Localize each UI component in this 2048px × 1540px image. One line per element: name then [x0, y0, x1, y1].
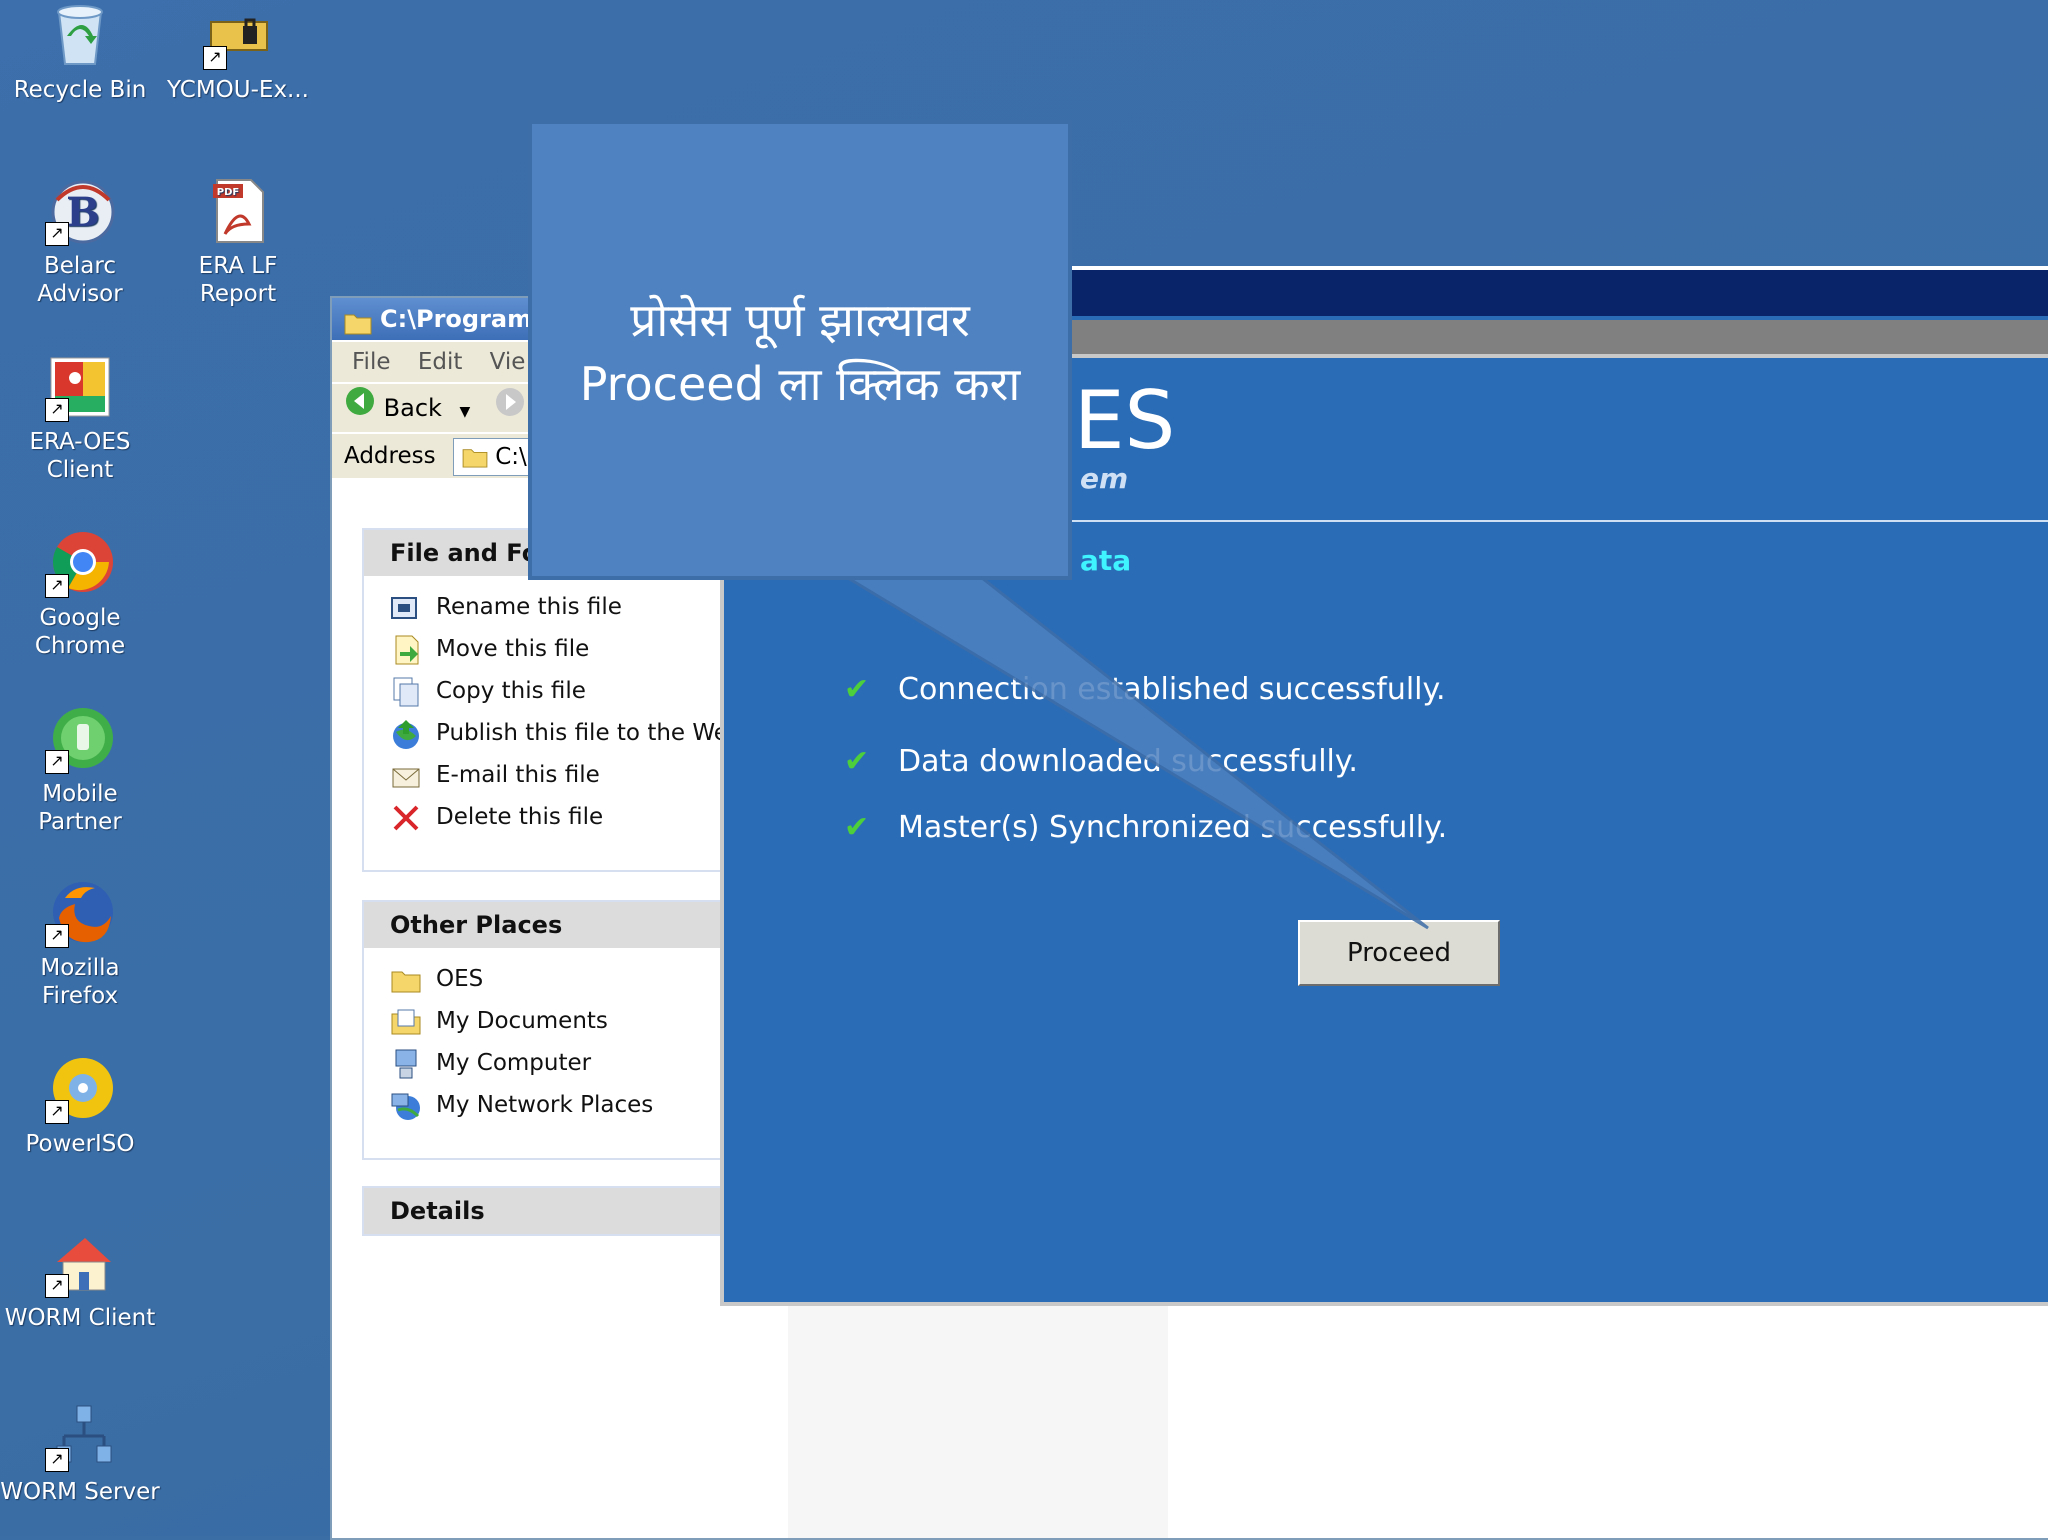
- shortcut-arrow-icon: ↗: [45, 574, 69, 598]
- task-copy-file[interactable]: Copy this file: [390, 670, 722, 712]
- oes-tagline: em: [1080, 462, 1129, 495]
- desktop-icon-label: Google Chrome: [34, 605, 126, 659]
- forward-arrow-icon: [495, 388, 524, 416]
- task-move-file[interactable]: Move this file: [390, 628, 722, 670]
- oes-logo: ES: [1074, 374, 1176, 467]
- back-arrow-icon: [344, 385, 376, 433]
- place-my-documents[interactable]: My Documents: [390, 1000, 722, 1042]
- place-my-computer[interactable]: My Computer: [390, 1042, 722, 1084]
- shortcut-arrow-icon: ↗: [203, 46, 227, 70]
- shortcut-arrow-icon: ↗: [45, 1274, 69, 1298]
- desktop-icon-worm-server[interactable]: ↗ WORM Server: [0, 1402, 160, 1506]
- desktop-icon-label: WORM Client: [4, 1305, 156, 1331]
- other-places-panel: Other Places OES My Documents My Compute…: [362, 900, 724, 1160]
- task-delete-file[interactable]: Delete this file: [390, 796, 722, 838]
- shortcut-arrow-icon: ↗: [45, 1448, 69, 1472]
- desktop-icon-era-lf-report[interactable]: PDF ERA LF Report: [158, 176, 318, 308]
- desktop-icon-worm-client[interactable]: ↗ WORM Client: [0, 1228, 160, 1332]
- worm-server-icon: ↗: [45, 1402, 115, 1472]
- forward-button[interactable]: [494, 386, 526, 434]
- task-publish-web[interactable]: Publish this file to the Web: [390, 712, 743, 754]
- desktop-icon-label: Mozilla Firefox: [40, 955, 120, 1009]
- menu-edit[interactable]: Edit: [418, 342, 463, 382]
- shortcut-arrow-icon: ↗: [45, 924, 69, 948]
- secure-drive-icon: ↗: [203, 0, 273, 70]
- other-places-header[interactable]: Other Places: [364, 902, 722, 948]
- desktop-icon-ycmou[interactable]: ↗ YCMOU-Ex...: [158, 0, 318, 104]
- recycle-bin-icon: [45, 0, 115, 70]
- check-icon: ✔: [844, 672, 870, 707]
- chrome-icon: ↗: [45, 528, 115, 598]
- callout-line-2: Proceed ला क्लिक करा: [579, 357, 1021, 411]
- desktop-icon-label: PowerISO: [25, 1131, 135, 1157]
- desktop-icon-poweriso[interactable]: ↗ PowerISO: [0, 1054, 160, 1158]
- check-icon: ✔: [844, 810, 870, 845]
- my-documents-icon: [390, 1006, 422, 1038]
- folder-icon: [462, 449, 488, 468]
- desktop-icon-recycle-bin[interactable]: Recycle Bin: [0, 0, 160, 104]
- desktop-icon-label: YCMOU-Ex...: [166, 77, 309, 103]
- desktop-icon-mobile-partner[interactable]: ↗ Mobile Partner: [0, 704, 160, 836]
- desktop-icon-label: Mobile Partner: [38, 781, 122, 835]
- check-icon: ✔: [844, 744, 870, 779]
- chevron-down-icon[interactable]: ▼: [460, 404, 471, 420]
- place-my-network-places[interactable]: My Network Places: [390, 1084, 722, 1126]
- status-connection: ✔ Connection established successfully.: [844, 672, 1446, 707]
- pdf-icon: PDF: [203, 176, 273, 246]
- back-button[interactable]: Back ▼: [344, 384, 470, 436]
- mobile-partner-icon: ↗: [45, 704, 115, 774]
- belarc-icon: B ↗: [45, 176, 115, 246]
- callout-line-1: प्रोसेस पूर्ण झाल्यावर: [630, 293, 970, 347]
- proceed-button[interactable]: Proceed: [1298, 920, 1500, 986]
- shortcut-arrow-icon: ↗: [45, 750, 69, 774]
- my-computer-icon: [390, 1048, 422, 1080]
- details-panel: Details: [362, 1186, 724, 1236]
- task-rename-file[interactable]: Rename this file: [390, 586, 722, 628]
- status-data-downloaded: ✔ Data downloaded successfully.: [844, 744, 1358, 779]
- oes-client-icon: ↗: [45, 352, 115, 422]
- move-icon: [390, 634, 422, 666]
- back-label: Back: [383, 394, 442, 422]
- task-email-file[interactable]: E-mail this file: [390, 754, 722, 796]
- oes-section-heading: ata: [1080, 544, 1132, 577]
- shortcut-arrow-icon: ↗: [45, 398, 69, 422]
- email-icon: [390, 760, 422, 792]
- svg-text:B: B: [66, 189, 100, 236]
- publish-web-icon: [390, 718, 422, 750]
- status-masters-synchronized: ✔ Master(s) Synchronized successfully.: [844, 810, 1448, 845]
- shortcut-arrow-icon: ↗: [45, 222, 69, 246]
- delete-icon: [390, 802, 422, 834]
- explorer-title: C:\Program: [380, 305, 533, 333]
- desktop-icon-google-chrome[interactable]: ↗ Google Chrome: [0, 528, 160, 660]
- details-header[interactable]: Details: [364, 1188, 722, 1234]
- desktop-icon-label: ERA-OES Client: [29, 429, 131, 483]
- folder-icon: [390, 964, 422, 996]
- task-pane: File and Fol Rename this file Move this …: [332, 480, 743, 1538]
- address-label: Address: [344, 443, 436, 469]
- shortcut-arrow-icon: ↗: [45, 1100, 69, 1124]
- copy-icon: [390, 676, 422, 708]
- network-places-icon: [390, 1090, 422, 1122]
- rename-icon: [390, 592, 422, 624]
- desktop-icon-label: Recycle Bin: [13, 77, 147, 103]
- desktop-icon-mozilla-firefox[interactable]: ↗ Mozilla Firefox: [0, 878, 160, 1010]
- place-oes[interactable]: OES: [390, 958, 722, 1000]
- menu-file[interactable]: File: [352, 342, 391, 382]
- callout-text: प्रोसेस पूर्ण झाल्यावर Proceed ला क्लिक …: [532, 288, 1068, 416]
- desktop-icon-label: WORM Server: [0, 1479, 160, 1505]
- menu-view[interactable]: Vie: [490, 342, 526, 382]
- content-area: [788, 1304, 1168, 1538]
- instruction-callout: प्रोसेस पूर्ण झाल्यावर Proceed ला क्लिक …: [528, 120, 1072, 580]
- firefox-icon: ↗: [45, 878, 115, 948]
- desktop-icon-belarc[interactable]: B ↗ Belarc Advisor: [0, 176, 160, 308]
- worm-client-icon: ↗: [45, 1228, 115, 1298]
- desktop-icon-label: ERA LF Report: [198, 253, 278, 307]
- poweriso-icon: ↗: [45, 1054, 115, 1124]
- desktop-icon-era-oes-client[interactable]: ↗ ERA-OES Client: [0, 352, 160, 484]
- svg-text:PDF: PDF: [217, 187, 239, 198]
- desktop-icon-label: Belarc Advisor: [37, 253, 123, 307]
